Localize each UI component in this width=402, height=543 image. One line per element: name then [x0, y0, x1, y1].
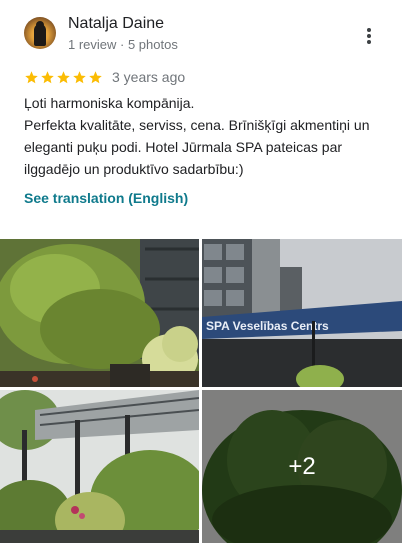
review-photo[interactable] [0, 390, 199, 543]
star-icon [73, 70, 86, 83]
author-meta: 1 review · 5 photos [68, 37, 178, 52]
star-icon [89, 70, 102, 83]
review-time: 3 years ago [112, 69, 186, 85]
avatar[interactable] [24, 17, 56, 49]
more-options-icon[interactable] [360, 26, 378, 46]
review-photo[interactable]: SPA Veselības Centrs [202, 239, 402, 387]
review-text: Ļoti harmoniska kompānija. Perfekta kval… [24, 92, 384, 180]
star-icon [57, 70, 70, 83]
star-rating [24, 70, 103, 85]
see-translation-link[interactable]: See translation (English) [24, 190, 188, 206]
spa-sign-text: SPA Veselības Centrs [206, 319, 329, 333]
star-icon [25, 70, 38, 83]
star-icon [41, 70, 54, 83]
review-photo[interactable] [0, 239, 199, 387]
rating-row: 3 years ago [24, 67, 185, 87]
review-header: Natalja Daine 1 review · 5 photos [0, 0, 402, 64]
more-photos-count: +2 [288, 452, 316, 480]
author-name[interactable]: Natalja Daine [68, 15, 164, 33]
review-text-line: Ļoti harmoniska kompānija. [24, 95, 195, 111]
review-photo-more[interactable]: +2 [202, 390, 402, 543]
review-text-line: Perfekta kvalitāte, serviss, cena. Brīni… [24, 117, 370, 177]
